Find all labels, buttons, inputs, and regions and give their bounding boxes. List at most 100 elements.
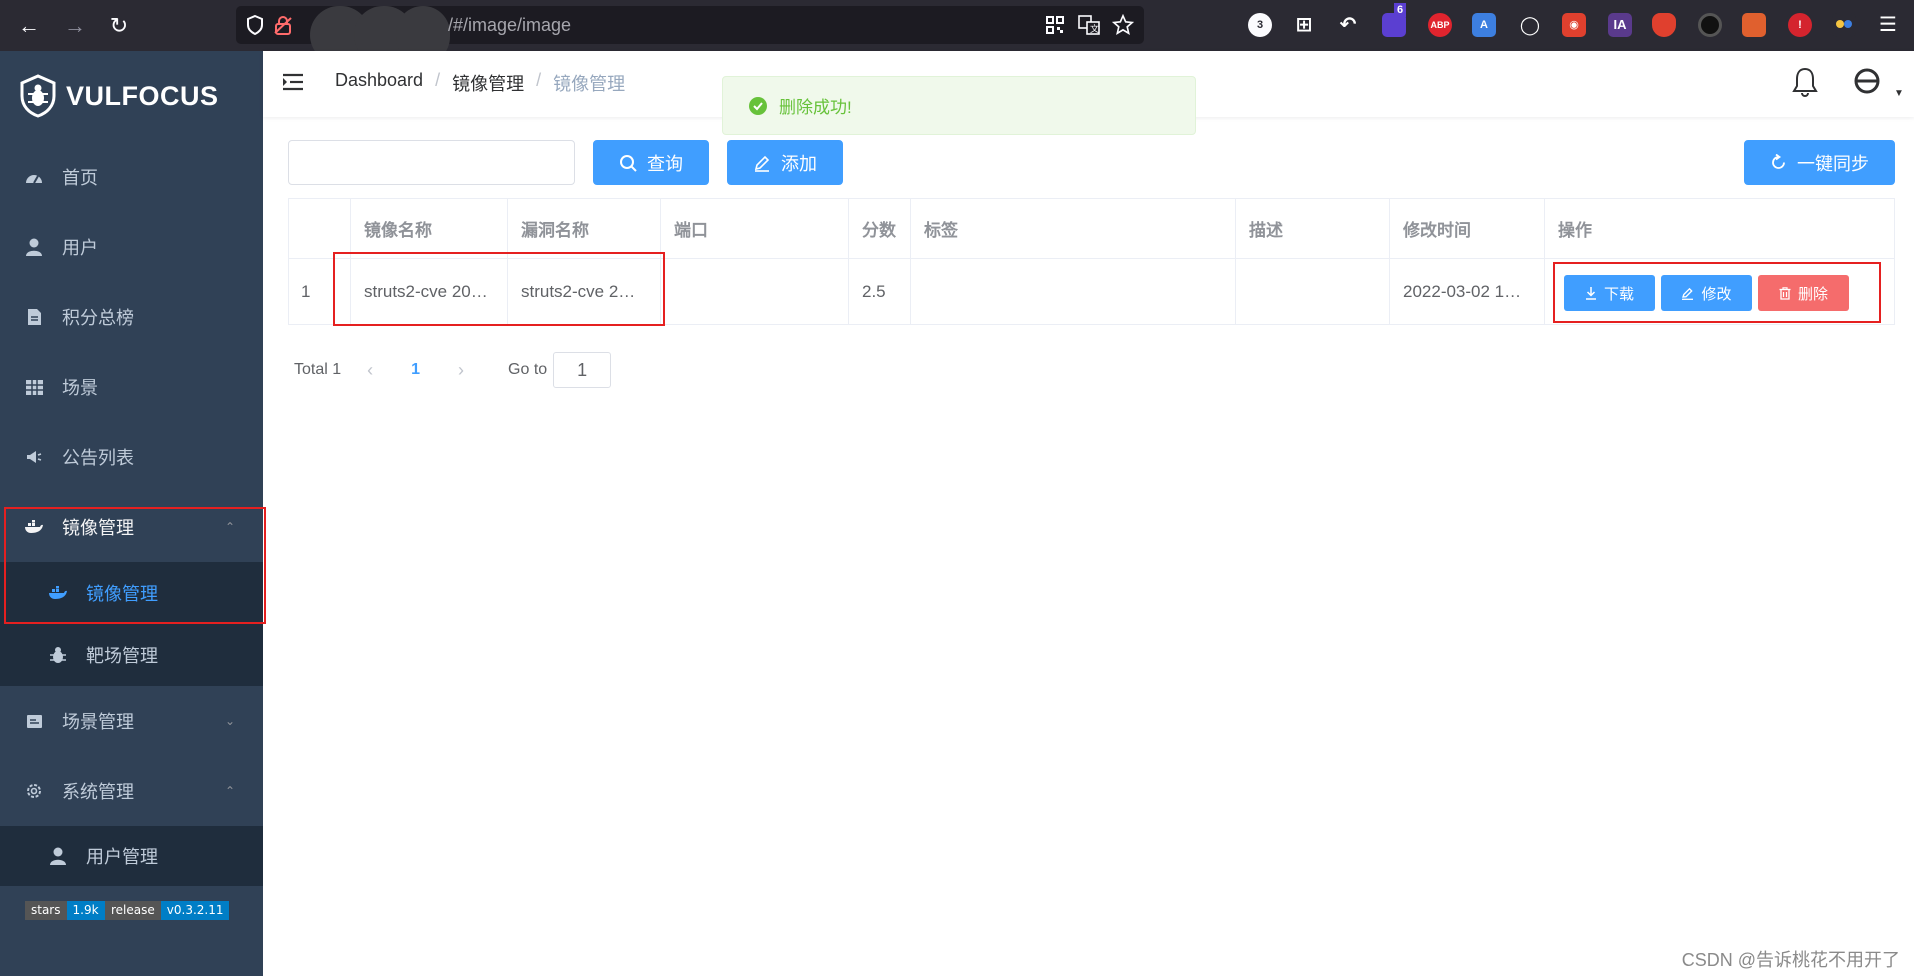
caret-down-icon[interactable]: ▼: [1894, 88, 1904, 99]
refresh-icon: [1772, 154, 1785, 169]
translator-icon[interactable]: A: [1472, 13, 1496, 37]
success-toast: 删除成功!: [722, 76, 1196, 135]
sidebar-item-announcements[interactable]: 公告列表: [0, 422, 263, 492]
check-circle-icon: [749, 96, 767, 115]
crop-icon[interactable]: ⊞: [1292, 13, 1316, 37]
hamburger-fold-icon[interactable]: [283, 73, 305, 91]
reload-icon[interactable]: ↻: [106, 13, 132, 39]
avatar[interactable]: [1854, 68, 1880, 99]
goto-label: Go to: [508, 361, 548, 378]
logo[interactable]: VULFOCUS: [20, 71, 219, 121]
sidebar-item-label: 场景: [62, 378, 98, 398]
sidebar-subitem-range-management[interactable]: 靶场管理: [0, 624, 263, 686]
sidebar-item-label: 积分总榜: [62, 308, 134, 328]
extension-counter-badge[interactable]: 3: [1248, 13, 1272, 37]
column-header-score: 分数: [849, 198, 911, 258]
add-button[interactable]: 添加: [727, 140, 843, 185]
table-cell-port: [661, 259, 849, 324]
avatar-icon: [1854, 68, 1880, 94]
user-icon: [48, 846, 68, 866]
toast-message: 删除成功!: [779, 98, 852, 117]
sidebar-item-label: 系统管理: [62, 782, 134, 802]
sidebar-item-label: 用户: [62, 238, 98, 258]
ia-icon[interactable]: IA: [1608, 13, 1632, 37]
menu-icon[interactable]: ☰: [1876, 13, 1900, 37]
pagination: Total 1 ‹ 1 › Go to 1: [294, 352, 612, 388]
stars-badge[interactable]: stars 1.9k: [25, 901, 105, 920]
insecure-lock-icon: [274, 16, 292, 35]
prev-page-icon[interactable]: ‹: [367, 360, 373, 381]
bookmark-star-icon[interactable]: [1112, 14, 1134, 36]
sidebar-item-label: 场景管理: [62, 712, 134, 732]
ublock-badge: 6: [1394, 3, 1407, 17]
camera-icon[interactable]: ◉: [1562, 13, 1586, 37]
url-text[interactable]: /#/image/image: [448, 15, 571, 36]
logo-text: VULFOCUS: [66, 80, 219, 111]
release-badge[interactable]: release v0.3.2.11: [105, 901, 230, 920]
qr-code-icon[interactable]: [1046, 16, 1064, 34]
ublock-icon[interactable]: 6: [1382, 3, 1407, 37]
highlight-box: [333, 252, 665, 326]
url-bar[interactable]: /#/image/image 文: [236, 6, 1144, 64]
edit-icon: [754, 155, 770, 172]
column-header-actions: 操作: [1558, 220, 1592, 240]
breadcrumb-item: 镜像管理: [553, 74, 626, 94]
highlight-box: [4, 507, 266, 624]
breadcrumb-item[interactable]: 镜像管理: [452, 70, 524, 96]
sidebar-item-system-management[interactable]: 系统管理 ⌃: [0, 756, 263, 826]
sidebar-item-label: 用户管理: [86, 847, 158, 867]
megaphone-icon: [24, 447, 44, 467]
undo-icon[interactable]: ↶: [1336, 13, 1360, 37]
page-number[interactable]: 1: [411, 361, 420, 379]
sync-all-button[interactable]: 一键同步: [1744, 140, 1895, 185]
table-cell-tags: [911, 259, 1236, 324]
record-icon[interactable]: [1698, 13, 1722, 37]
chevron-up-icon: ⌃: [224, 784, 235, 798]
shield-red-icon[interactable]: [1652, 13, 1676, 37]
column-header-vuln-name: 漏洞名称: [508, 198, 661, 258]
column-header-index: [288, 198, 351, 258]
table-cell-score: 2.5: [849, 259, 911, 324]
sidebar-subitem-user-management[interactable]: 用户管理: [0, 826, 263, 886]
browser-toolbar: ← → ↻ /#/image/image 文 3 ⊞ ↶ 6 ABP A ◯ ◉…: [0, 0, 1914, 64]
next-page-icon[interactable]: ›: [458, 360, 464, 381]
gear-icon: [24, 781, 44, 801]
sidebar-item-leaderboard[interactable]: 积分总榜: [0, 282, 263, 352]
column-header-description: 描述: [1236, 198, 1390, 258]
adblock-plus-icon[interactable]: ABP: [1428, 13, 1452, 37]
search-input[interactable]: [288, 140, 575, 185]
vulfocus-logo-icon: [20, 74, 56, 118]
fox-icon[interactable]: [1742, 13, 1766, 37]
goto-page-input[interactable]: 1: [553, 352, 612, 388]
sidebar-item-scene-management[interactable]: 场景管理 ⌄: [0, 686, 263, 756]
column-header-image-name: 镜像名称: [351, 198, 508, 258]
color-dots-icon[interactable]: [1832, 13, 1856, 37]
sidebar-item-home[interactable]: 首页: [0, 142, 263, 212]
sidebar-item-scenes[interactable]: 场景: [0, 352, 263, 422]
sidebar-item-label: 首页: [62, 168, 98, 188]
forward-icon[interactable]: →: [62, 13, 88, 39]
sidebar-item-label: 靶场管理: [86, 646, 158, 666]
column-header-modified: 修改时间: [1390, 198, 1545, 258]
sidebar-item-users[interactable]: 用户: [0, 212, 263, 282]
column-header-tags: 标签: [911, 198, 1236, 258]
bug-icon: [48, 645, 68, 665]
user-icon: [24, 237, 44, 257]
table-cell-description: [1236, 259, 1390, 324]
chevron-down-icon: ⌄: [224, 714, 235, 728]
query-button[interactable]: 查询: [593, 140, 709, 185]
column-header-port: 端口: [661, 198, 849, 258]
back-icon[interactable]: ←: [16, 13, 42, 39]
pagination-total: Total 1: [294, 361, 342, 378]
breadcrumb: Dashboard / 镜像管理 / 镜像管理: [335, 70, 626, 96]
breadcrumb-item[interactable]: Dashboard: [335, 70, 423, 96]
alert-icon[interactable]: !: [1788, 13, 1812, 37]
dashboard-icon: [24, 167, 44, 187]
watermark: CSDN @告诉桃花不用开了: [1681, 950, 1900, 970]
sidebar: VULFOCUS 首页 用户 积分总榜 场景 公告列表 镜像管理 ⌃ 镜像管理 …: [0, 51, 266, 976]
lightbulb-icon[interactable]: ◯: [1518, 13, 1542, 37]
translate-icon[interactable]: 文: [1078, 15, 1100, 35]
document-icon: [24, 307, 44, 327]
bell-icon[interactable]: [1792, 67, 1818, 97]
table-cell-modified: 2022-03-02 1…: [1390, 259, 1545, 324]
